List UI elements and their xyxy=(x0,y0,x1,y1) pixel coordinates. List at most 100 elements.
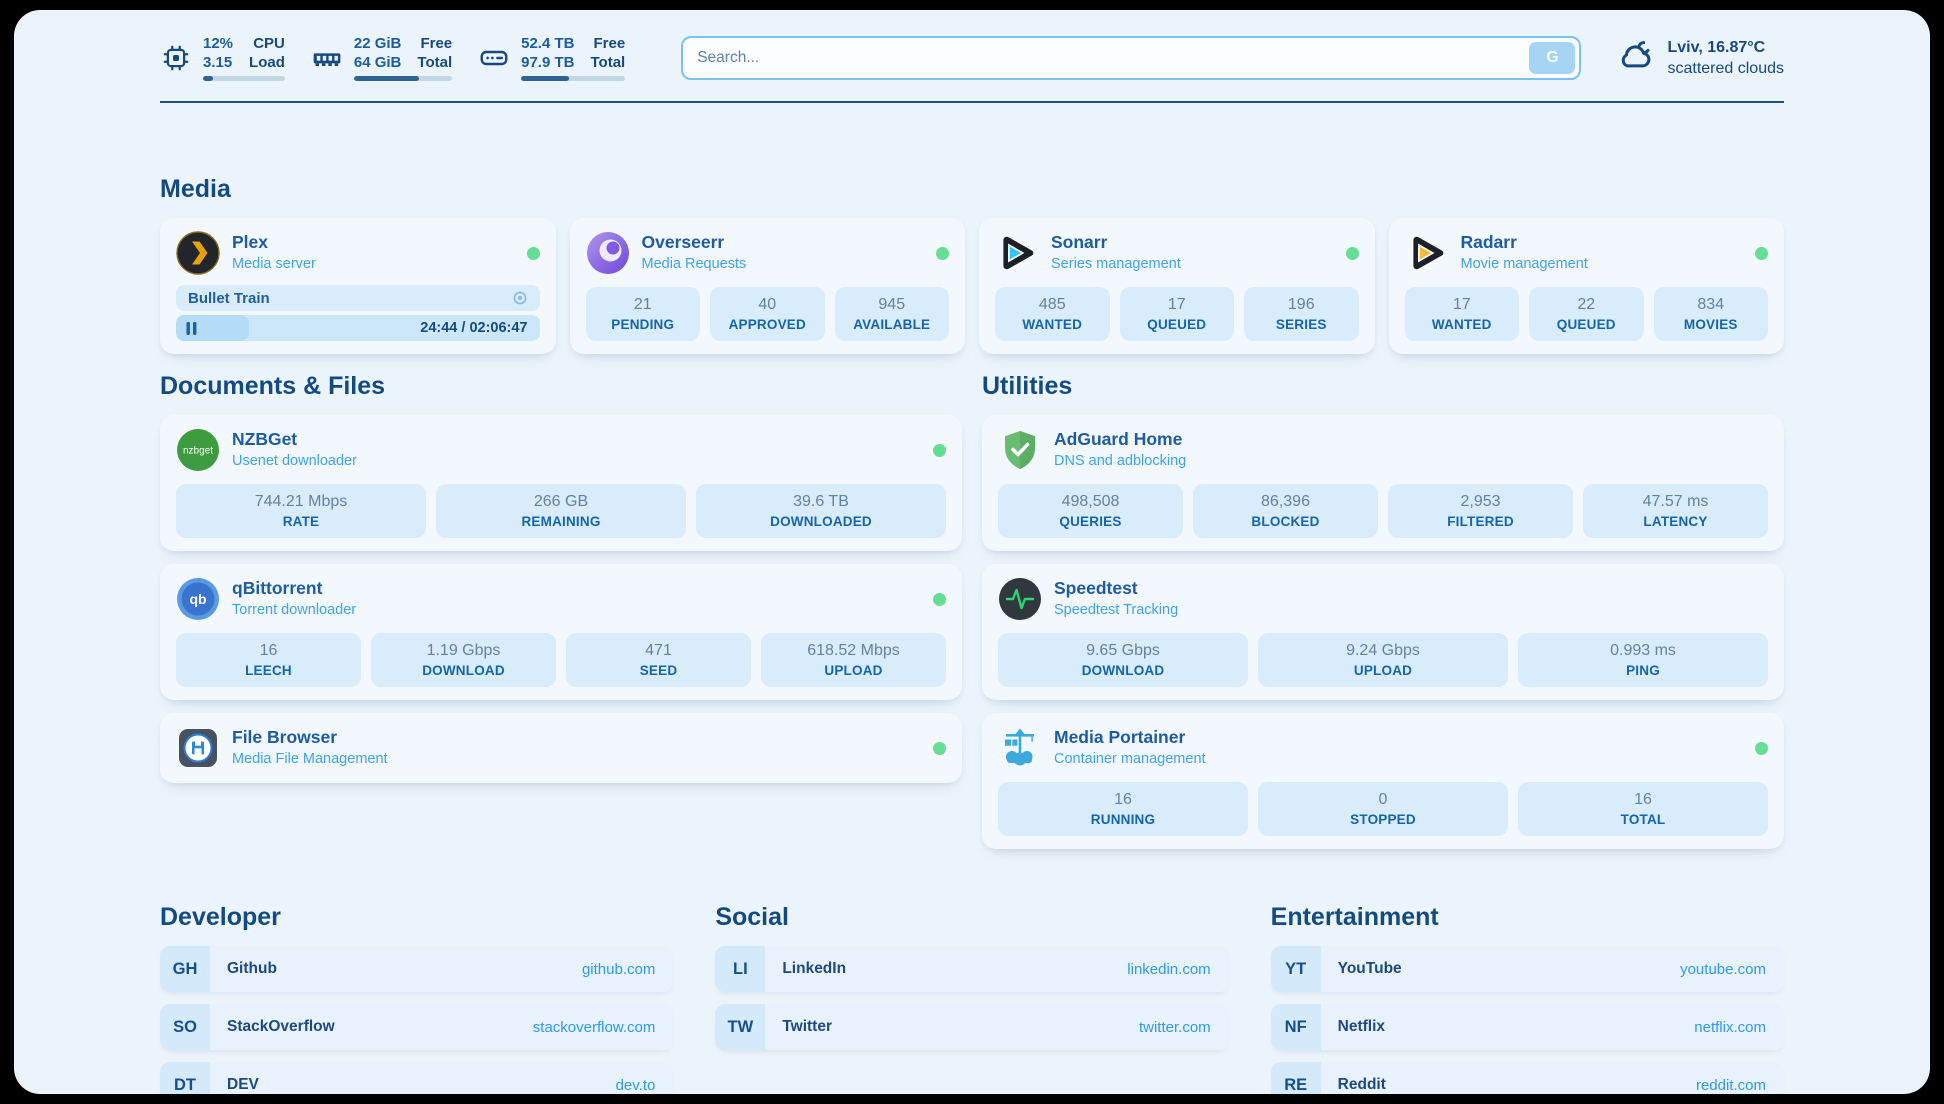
bookmark-twitter[interactable]: TW Twitter twitter.com xyxy=(715,1004,1228,1050)
playback-progress-bar: 24:44 / 02:06:47 xyxy=(176,315,540,341)
stat-wanted: 485 WANTED xyxy=(995,287,1110,341)
bookmark-linkedin[interactable]: LI LinkedIn linkedin.com xyxy=(715,946,1228,992)
service-card-overseerr[interactable]: Overseerr Media Requests 21 PENDING 40 A… xyxy=(570,218,966,354)
cpu-icon xyxy=(160,42,192,74)
bookmark-url: linkedin.com xyxy=(1127,946,1228,992)
header-divider xyxy=(160,101,1784,103)
stat-queries: 498,508 QUERIES xyxy=(998,484,1183,538)
service-card-sonarr[interactable]: Sonarr Series management 485 WANTED 17 Q… xyxy=(979,218,1375,354)
stat-available: 945 AVAILABLE xyxy=(835,287,950,341)
service-description: Media server xyxy=(232,255,316,274)
stat-wanted: 17 WANTED xyxy=(1405,287,1520,341)
bookmark-name: Netflix xyxy=(1321,1004,1385,1050)
stat-download: 9.65 Gbps DOWNLOAD xyxy=(998,633,1248,687)
bookmark-abbr: GH xyxy=(160,946,210,992)
portainer-icon xyxy=(998,726,1042,770)
section-title-documents: Documents & Files xyxy=(160,372,962,401)
stat-downloaded: 39.6 TB DOWNLOADED xyxy=(696,484,946,538)
bookmark-name: Reddit xyxy=(1321,1062,1386,1094)
top-bar: 12% 3.15 CPU Load xyxy=(160,10,1784,81)
disk-labels: Free Total xyxy=(590,34,625,72)
now-playing-widget: Bullet Train xyxy=(176,285,540,341)
bookmark-netflix[interactable]: NF Netflix netflix.com xyxy=(1271,1004,1784,1050)
stat-filtered: 2,953 FILTERED xyxy=(1388,484,1573,538)
service-name: NZBGet xyxy=(232,429,357,450)
section-title-social: Social xyxy=(715,903,1228,932)
bookmark-github[interactable]: GH Github github.com xyxy=(160,946,673,992)
bookmark-abbr: DT xyxy=(160,1062,210,1094)
status-dot xyxy=(527,247,540,260)
service-name: qBittorrent xyxy=(232,578,356,599)
service-name: File Browser xyxy=(232,727,388,748)
service-card-filebrowser[interactable]: File Browser Media File Management xyxy=(160,713,962,783)
bookmark-name: Github xyxy=(210,946,277,992)
service-name: AdGuard Home xyxy=(1054,429,1186,450)
now-playing-title: Bullet Train xyxy=(188,290,270,307)
service-name: Radarr xyxy=(1461,232,1588,253)
speedtest-icon xyxy=(998,577,1042,621)
service-description: Torrent downloader xyxy=(232,601,356,620)
adguard-icon xyxy=(998,428,1042,472)
bookmark-url: reddit.com xyxy=(1696,1062,1784,1094)
status-dot xyxy=(936,247,949,260)
service-description: Media Requests xyxy=(642,255,747,274)
search-engine-button[interactable]: G xyxy=(1529,42,1575,74)
service-name: Plex xyxy=(232,232,316,253)
stat-movies: 834 MOVIES xyxy=(1654,287,1769,341)
stat-download: 1.19 Gbps DOWNLOAD xyxy=(371,633,556,687)
service-description: Speedtest Tracking xyxy=(1054,601,1178,620)
disk-widget: 52.4 TB 97.9 TB Free Total xyxy=(478,34,625,81)
bookmark-dev[interactable]: DT DEV dev.to xyxy=(160,1062,673,1094)
bookmark-url: netflix.com xyxy=(1694,1004,1784,1050)
bookmark-abbr: RE xyxy=(1271,1062,1321,1094)
bookmark-name: LinkedIn xyxy=(765,946,846,992)
stat-upload: 9.24 Gbps UPLOAD xyxy=(1258,633,1508,687)
status-dot xyxy=(933,593,946,606)
section-title-entertainment: Entertainment xyxy=(1271,903,1784,932)
ram-icon xyxy=(311,42,343,74)
bookmark-url: stackoverflow.com xyxy=(533,1004,674,1050)
search-input[interactable] xyxy=(683,49,1529,67)
stat-approved: 40 APPROVED xyxy=(710,287,825,341)
bookmark-reddit[interactable]: RE Reddit reddit.com xyxy=(1271,1062,1784,1094)
bookmark-youtube[interactable]: YT YouTube youtube.com xyxy=(1271,946,1784,992)
service-card-radarr[interactable]: Radarr Movie management 17 WANTED 22 QUE… xyxy=(1389,218,1785,354)
service-card-nzbget[interactable]: nzbget NZBGet Usenet downloader 74 xyxy=(160,415,962,551)
bookmark-url: github.com xyxy=(582,946,673,992)
bookmark-url: youtube.com xyxy=(1680,946,1784,992)
memory-progress-bar xyxy=(354,76,452,81)
bookmark-url: twitter.com xyxy=(1139,1004,1229,1050)
nzbget-icon: nzbget xyxy=(176,428,220,472)
stat-ping: 0.993 ms PING xyxy=(1518,633,1768,687)
plex-icon xyxy=(176,231,220,275)
bookmark-abbr: YT xyxy=(1271,946,1321,992)
dashboard-page: 12% 3.15 CPU Load xyxy=(14,10,1930,1094)
service-card-qbittorrent[interactable]: qb qBittorrent Torrent downloader xyxy=(160,564,962,700)
cpu-progress-bar xyxy=(203,76,285,81)
status-dot xyxy=(1755,247,1768,260)
hdd-icon xyxy=(478,42,510,74)
service-card-plex[interactable]: Plex Media server Bullet Train xyxy=(160,218,556,354)
stat-upload: 618.52 Mbps UPLOAD xyxy=(761,633,946,687)
search-bar: G xyxy=(681,36,1581,80)
service-description: Usenet downloader xyxy=(232,452,357,471)
service-card-portainer[interactable]: Media Portainer Container management 16 … xyxy=(982,713,1784,849)
service-card-adguard[interactable]: AdGuard Home DNS and adblocking 498,508 … xyxy=(982,415,1784,551)
now-playing-time: 24:44 / 02:06:47 xyxy=(420,320,539,336)
cpu-widget: 12% 3.15 CPU Load xyxy=(160,34,285,81)
bookmark-abbr: LI xyxy=(715,946,765,992)
stat-blocked: 86,396 BLOCKED xyxy=(1193,484,1378,538)
stat-queued: 22 QUEUED xyxy=(1529,287,1644,341)
service-description: Media File Management xyxy=(232,750,388,769)
bookmark-name: DEV xyxy=(210,1062,259,1094)
bookmark-stackoverflow[interactable]: SO StackOverflow stackoverflow.com xyxy=(160,1004,673,1050)
memory-widget: 22 GiB 64 GiB Free Total xyxy=(311,34,452,81)
service-name: Sonarr xyxy=(1051,232,1181,253)
service-card-speedtest[interactable]: Speedtest Speedtest Tracking 9.65 Gbps D… xyxy=(982,564,1784,700)
bookmark-name: Twitter xyxy=(765,1004,832,1050)
pause-icon xyxy=(186,322,197,335)
svg-text:nzbget: nzbget xyxy=(183,446,213,457)
now-playing-settings-icon[interactable] xyxy=(512,290,528,306)
stat-seed: 471 SEED xyxy=(566,633,751,687)
bookmark-abbr: NF xyxy=(1271,1004,1321,1050)
